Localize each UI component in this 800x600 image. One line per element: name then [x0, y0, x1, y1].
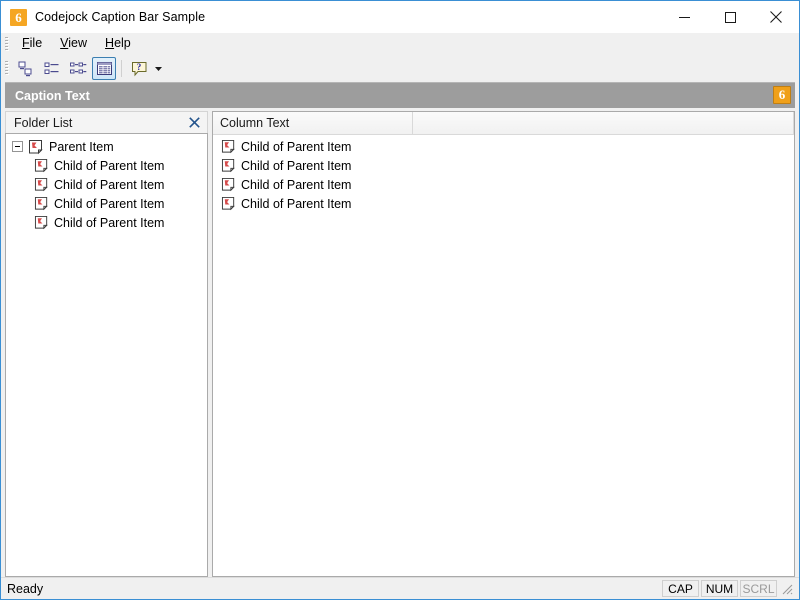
document-icon — [34, 196, 48, 211]
tree-item-child[interactable]: Child of Parent Item — [6, 156, 207, 175]
folder-list-pane: Folder List Parent Item Child of Parent … — [5, 111, 208, 577]
list-item[interactable]: Child of Parent Item — [213, 194, 794, 213]
status-panel-scrl: SCRL — [740, 580, 777, 597]
folder-list-title: Folder List — [14, 115, 73, 130]
caption-bar: Caption Text — [5, 82, 795, 108]
status-panel-num: NUM — [701, 580, 738, 597]
list-view-pane: Column Text Child of Parent Item Child o… — [212, 111, 795, 577]
tree-item-label: Child of Parent Item — [54, 196, 165, 211]
large-icons-view-button[interactable] — [14, 57, 38, 80]
status-panel-cap: CAP — [662, 580, 699, 597]
list-view-button[interactable] — [66, 57, 90, 80]
close-icon[interactable] — [753, 1, 799, 33]
column-header-empty[interactable] — [413, 112, 794, 134]
resize-grip-icon[interactable] — [780, 582, 794, 596]
status-indicators: CAP NUM SCRL — [660, 580, 799, 597]
tree-item-label: Child of Parent Item — [54, 215, 165, 230]
window-title: Codejock Caption Bar Sample — [35, 10, 206, 24]
menu-bar: File View Help — [1, 33, 799, 55]
toolbar-overflow-chevron[interactable] — [152, 57, 164, 80]
document-icon — [34, 215, 48, 230]
details-view-button[interactable] — [92, 56, 116, 80]
tree-item-label: Child of Parent Item — [54, 177, 165, 192]
status-bar: Ready CAP NUM SCRL — [1, 577, 799, 599]
folder-list-header: Folder List — [5, 111, 208, 133]
client-area: Folder List Parent Item Child of Parent … — [1, 108, 799, 577]
small-icons-view-button[interactable] — [40, 57, 64, 80]
list-item-label: Child of Parent Item — [241, 139, 352, 154]
tree-item-label: Child of Parent Item — [54, 158, 165, 173]
list-column-header: Column Text — [213, 112, 794, 135]
svg-text:?: ? — [136, 62, 141, 72]
caption-bar-text: Caption Text — [15, 88, 90, 103]
document-icon — [34, 177, 48, 192]
list-item[interactable]: Child of Parent Item — [213, 175, 794, 194]
document-icon — [29, 139, 43, 154]
list-item-label: Child of Parent Item — [241, 196, 352, 211]
status-message: Ready — [7, 581, 44, 596]
codejock-logo-icon — [10, 8, 27, 26]
document-icon — [221, 196, 235, 211]
tool-bar-gripper[interactable] — [3, 60, 10, 76]
list-item[interactable]: Child of Parent Item — [213, 156, 794, 175]
tree-item-label: Parent Item — [49, 139, 114, 154]
tree-item-child[interactable]: Child of Parent Item — [6, 213, 207, 232]
list-item-label: Child of Parent Item — [241, 177, 352, 192]
help-button[interactable]: ? — [127, 57, 151, 80]
document-icon — [221, 177, 235, 192]
column-header-column-text[interactable]: Column Text — [213, 112, 413, 134]
list-item[interactable]: Child of Parent Item — [213, 137, 794, 156]
document-icon — [221, 158, 235, 173]
window-controls — [661, 1, 799, 33]
tool-bar: ? — [1, 55, 799, 81]
list-view-body[interactable]: Child of Parent Item Child of Parent Ite… — [213, 135, 794, 576]
app-window: Codejock Caption Bar Sample File View He… — [0, 0, 800, 600]
title-bar: Codejock Caption Bar Sample — [1, 1, 799, 33]
collapse-icon[interactable] — [12, 141, 23, 152]
close-icon[interactable] — [186, 114, 203, 131]
minimize-icon[interactable] — [661, 1, 707, 33]
toolbar-separator — [121, 59, 122, 77]
tree-item-parent[interactable]: Parent Item — [6, 137, 207, 156]
menu-bar-gripper[interactable] — [3, 35, 10, 52]
folder-tree[interactable]: Parent Item Child of Parent Item Child o… — [5, 133, 208, 577]
menu-item-help[interactable]: Help — [96, 34, 140, 53]
tree-item-child[interactable]: Child of Parent Item — [6, 194, 207, 213]
document-icon — [221, 139, 235, 154]
tree-item-child[interactable]: Child of Parent Item — [6, 175, 207, 194]
maximize-icon[interactable] — [707, 1, 753, 33]
menu-item-view[interactable]: View — [51, 34, 96, 53]
document-icon — [34, 158, 48, 173]
list-item-label: Child of Parent Item — [241, 158, 352, 173]
menu-item-file[interactable]: File — [13, 34, 51, 53]
caption-bar-logo-icon[interactable] — [773, 86, 791, 104]
